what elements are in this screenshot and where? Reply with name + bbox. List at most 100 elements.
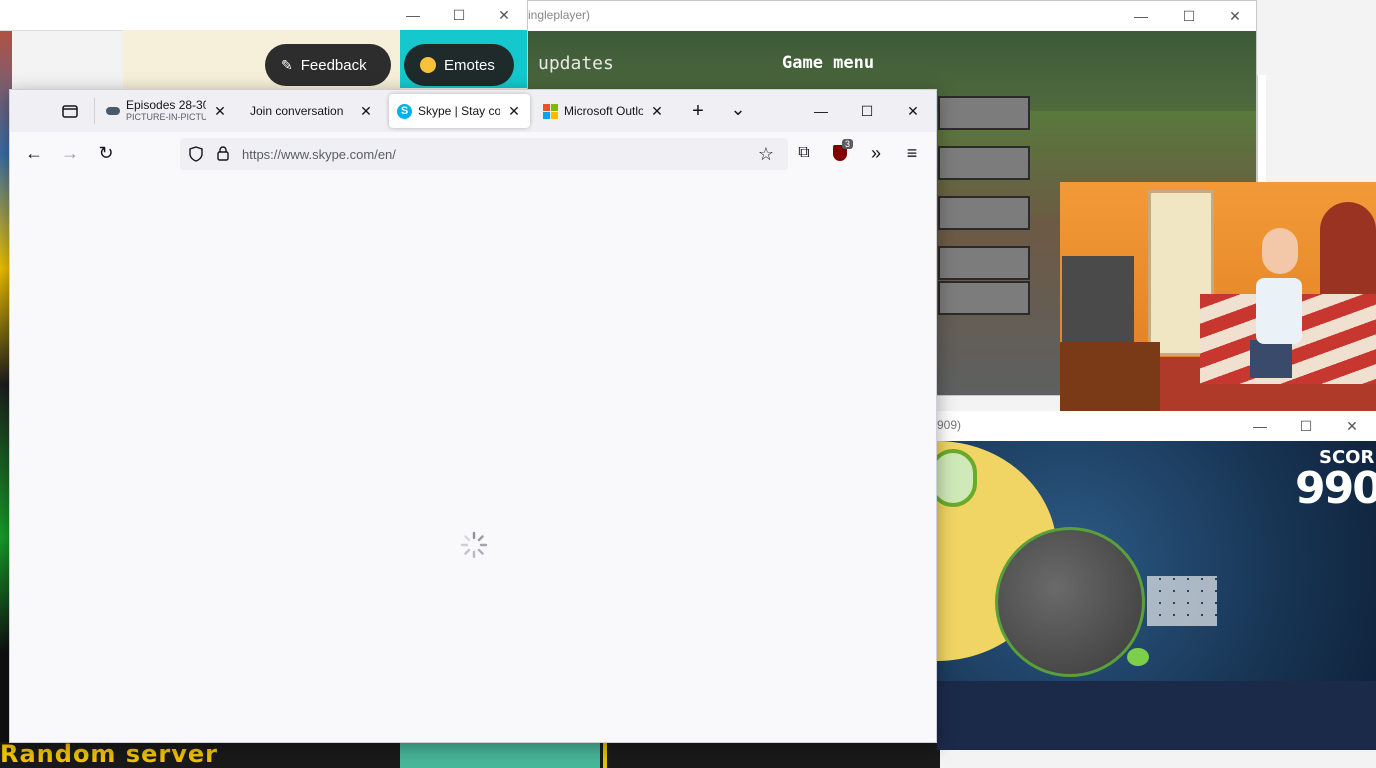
random-server-label[interactable]: Random server	[0, 740, 218, 768]
minimize-icon: —	[1253, 418, 1267, 434]
page-content-area[interactable]	[10, 174, 936, 742]
tab-episodes[interactable]: Episodes 28-30 | PICTURE-IN-PICTURE ✕	[98, 94, 236, 128]
bookmark-star-button[interactable]: ☆	[752, 140, 780, 168]
tab-label: Microsoft Outlo	[564, 104, 643, 118]
feedback-label: Feedback	[300, 56, 367, 74]
close-tab-icon[interactable]: ✕	[212, 103, 228, 120]
close-icon: ✕	[498, 6, 510, 23]
close-icon: ✕	[1229, 7, 1241, 24]
minecraft-menu-button[interactable]	[938, 246, 1030, 280]
close-tab-icon[interactable]: ✕	[358, 103, 374, 120]
minecraft-game-menu-title: Game menu	[782, 53, 875, 73]
background-teal-panel	[400, 742, 600, 768]
tab-join-conversation[interactable]: Join conversation ✕	[242, 94, 382, 128]
angry-birds-window: 909) — ☐ ✕ SCORE 990	[937, 411, 1376, 750]
new-tab-button[interactable]: +	[684, 97, 712, 125]
minecraft-titlebar: ingleplayer) — ☐ ✕	[528, 1, 1256, 31]
tab-label: Join conversation	[250, 104, 344, 118]
video-scene-character-body	[1256, 278, 1302, 344]
minecraft-updates-text: updates	[538, 53, 614, 74]
tab-label: Skype | Stay con	[418, 104, 500, 118]
firefox-browser-window: Episodes 28-30 | PICTURE-IN-PICTURE ✕ Jo…	[9, 89, 937, 743]
app-menu-button[interactable]: ≡	[898, 139, 926, 167]
angry-birds-minimize-button[interactable]: —	[1237, 411, 1283, 441]
maximize-button[interactable]: ☐	[436, 0, 482, 30]
microsoft-logo-icon	[543, 103, 558, 119]
maximize-icon: ☐	[1182, 7, 1196, 24]
emotes-button[interactable]: Emotes	[404, 44, 514, 86]
video-scene-tv	[1062, 256, 1134, 342]
pig-graphic	[1127, 648, 1149, 666]
close-tab-icon[interactable]: ✕	[649, 103, 665, 120]
firefox-view-button[interactable]	[56, 97, 84, 125]
angry-birds-maximize-button[interactable]: ☐	[1283, 411, 1329, 441]
block-structure-graphic	[1147, 576, 1217, 626]
double-chevron-right-icon: »	[870, 142, 881, 163]
minimize-icon: —	[1134, 8, 1148, 24]
emotes-label: Emotes	[444, 56, 495, 74]
more-tools-button[interactable]: »	[862, 139, 890, 167]
close-icon: ✕	[907, 102, 919, 119]
minimize-icon: —	[406, 7, 420, 23]
extensions-button[interactable]: ⧉	[790, 139, 818, 167]
url-text[interactable]: https://www.skype.com/en/	[242, 147, 396, 162]
back-button[interactable]: ←	[20, 139, 48, 167]
minecraft-menu-button[interactable]	[938, 196, 1030, 230]
forward-arrow-icon: →	[61, 142, 79, 163]
feedback-icon: ✎	[281, 56, 293, 73]
reload-button[interactable]: ↻	[92, 139, 120, 167]
back-arrow-icon: ←	[25, 142, 43, 163]
hamburger-menu-icon: ≡	[906, 142, 918, 163]
pause-icon[interactable]	[937, 449, 977, 507]
lock-icon[interactable]	[216, 145, 230, 162]
smiley-icon	[420, 57, 436, 73]
angry-birds-titlebar: 909) — ☐ ✕	[937, 411, 1376, 441]
asteroid-planet-graphic	[995, 527, 1145, 677]
tab-microsoft-outlook[interactable]: Microsoft Outlo ✕	[535, 94, 673, 128]
video-site-icon	[106, 107, 120, 115]
minecraft-menu-button[interactable]	[938, 96, 1030, 130]
angry-birds-close-button[interactable]: ✕	[1329, 411, 1375, 441]
plus-icon: +	[692, 99, 704, 122]
tab-bar: Episodes 28-30 | PICTURE-IN-PICTURE ✕ Jo…	[10, 90, 936, 132]
video-scene-character-legs	[1250, 340, 1292, 378]
skype-icon: S	[397, 103, 412, 119]
minecraft-minimize-button[interactable]: —	[1118, 1, 1164, 31]
video-scene-headboard	[1320, 202, 1376, 298]
minecraft-menu-button[interactable]	[938, 281, 1030, 315]
background-yellow-bar	[603, 742, 607, 768]
minimize-button[interactable]: —	[390, 0, 436, 30]
close-button[interactable]: ✕	[481, 0, 527, 30]
window-edge	[1257, 75, 1266, 185]
minecraft-maximize-button[interactable]: ☐	[1166, 1, 1212, 31]
tab-separator	[94, 98, 95, 124]
star-icon: ☆	[757, 143, 775, 164]
reload-icon: ↻	[98, 142, 114, 163]
loading-spinner-icon	[460, 531, 488, 559]
browser-maximize-button[interactable]: ☐	[844, 90, 890, 132]
firefox-view-icon	[62, 105, 78, 118]
shield-icon[interactable]	[188, 146, 204, 162]
angry-birds-window-title: 909)	[937, 418, 962, 432]
minecraft-close-button[interactable]: ✕	[1212, 1, 1256, 31]
ublock-extension-button[interactable]: 3	[826, 139, 854, 167]
picture-in-picture-video[interactable]	[1060, 182, 1376, 411]
tab-skype[interactable]: S Skype | Stay con ✕	[389, 94, 530, 128]
maximize-icon: ☐	[1299, 417, 1313, 434]
minecraft-window-title: ingleplayer)	[528, 8, 591, 22]
maximize-icon: ☐	[452, 6, 466, 23]
browser-minimize-button[interactable]: —	[798, 90, 844, 132]
video-scene-character-head	[1262, 228, 1298, 274]
background-window-titlebar: — ☐ ✕	[0, 0, 527, 31]
browser-close-button[interactable]: ✕	[890, 90, 936, 132]
minecraft-menu-button[interactable]	[938, 146, 1030, 180]
list-all-tabs-button[interactable]: ⌄	[724, 95, 752, 123]
forward-button[interactable]: →	[56, 139, 84, 167]
minimize-icon: —	[814, 103, 828, 119]
feedback-button[interactable]: ✎ Feedback	[265, 44, 391, 86]
tab-sublabel: PICTURE-IN-PICTURE	[126, 112, 206, 122]
video-scene-tv-stand	[1060, 342, 1160, 411]
close-tab-icon[interactable]: ✕	[506, 103, 522, 120]
close-icon: ✕	[1346, 417, 1358, 434]
chevron-down-icon: ⌄	[730, 98, 746, 119]
